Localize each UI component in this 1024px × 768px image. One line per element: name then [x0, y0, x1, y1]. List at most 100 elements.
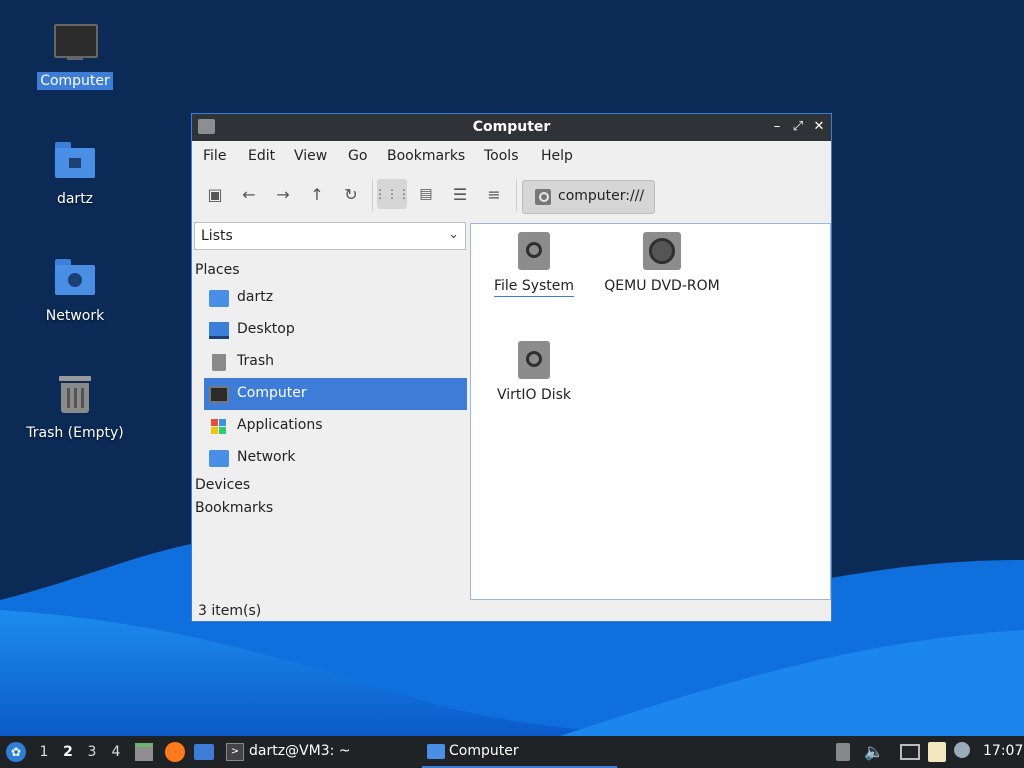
menu-go[interactable]: Go — [348, 148, 367, 164]
desktop-icon-computer[interactable]: Computer — [20, 22, 130, 90]
desktop-icon-label: dartz — [56, 191, 94, 207]
place-label: Desktop — [237, 321, 295, 337]
network-status-icon[interactable] — [900, 744, 920, 760]
place-desktop[interactable]: Desktop — [204, 314, 467, 346]
window-titlebar[interactable]: Computer – ⤢ ✕ — [192, 114, 831, 141]
toolbar-separator — [372, 179, 373, 211]
place-trash[interactable]: Trash — [204, 346, 467, 378]
taskbar: ✿ 1 2 3 4 > dartz@VM3: ~ Computer 🔈 17:0… — [0, 736, 1024, 768]
task-terminal[interactable]: > dartz@VM3: ~ — [224, 736, 414, 768]
eject-icon[interactable] — [836, 743, 850, 761]
toolbar: ▣ ← → ↑ ↻ ⋮⋮⋮ ▤ ☰ ≡ computer:/// — [192, 171, 831, 215]
item-qemu-dvd-rom[interactable]: QEMU DVD-ROM — [599, 232, 725, 294]
forward-button[interactable]: → — [268, 179, 298, 209]
network-folder-icon — [53, 257, 97, 301]
up-button[interactable]: ↑ — [302, 179, 332, 209]
workspace-3[interactable]: 3 — [84, 744, 100, 760]
item-label: QEMU DVD-ROM — [604, 278, 720, 294]
status-bar-text: 3 item(s) — [198, 603, 262, 619]
menu-file[interactable]: File — [203, 148, 226, 164]
task-computer[interactable]: Computer — [422, 736, 617, 768]
location-bar[interactable]: computer:/// — [522, 180, 655, 214]
desktop-icon — [209, 322, 229, 339]
home-folder-icon — [209, 290, 229, 307]
desktop-icon-network[interactable]: Network — [20, 257, 130, 325]
new-tab-button[interactable]: ▣ — [200, 179, 230, 209]
desktop-icon-label: Computer — [37, 72, 113, 90]
menu-view[interactable]: View — [294, 148, 327, 164]
file-manager-launcher[interactable] — [135, 743, 153, 761]
place-label: Network — [237, 449, 296, 465]
workspace-1[interactable]: 1 — [36, 744, 52, 760]
drive-icon — [518, 232, 550, 270]
place-label: Computer — [237, 385, 307, 401]
place-label: Applications — [237, 417, 323, 433]
show-desktop-button[interactable] — [194, 744, 214, 760]
home-folder-icon — [53, 140, 97, 184]
clock[interactable]: 17:07 — [983, 743, 1023, 759]
drive-icon — [518, 341, 550, 379]
item-virtio-disk[interactable]: VirtIO Disk — [489, 341, 579, 403]
back-button[interactable]: ← — [234, 179, 264, 209]
side-pane-mode-value: Lists — [201, 228, 233, 244]
detailed-view-button[interactable]: ≡ — [479, 179, 509, 209]
menu-edit[interactable]: Edit — [248, 148, 275, 164]
place-label: Trash — [237, 353, 274, 369]
firefox-launcher[interactable] — [165, 742, 185, 762]
task-label: Computer — [449, 743, 519, 759]
bookmarks-header[interactable]: Bookmarks — [195, 500, 273, 516]
maximize-button[interactable]: ⤢ — [789, 118, 807, 136]
network-folder-icon — [209, 450, 229, 467]
thumbnail-view-button[interactable]: ▤ — [411, 179, 441, 209]
place-network[interactable]: Network — [204, 442, 467, 474]
minimize-button[interactable]: – — [768, 118, 786, 136]
lxqt-logo-icon: ✿ — [10, 745, 22, 759]
volume-icon[interactable]: 🔈 — [864, 742, 884, 761]
side-pane-mode-select[interactable]: Lists ⌄ — [194, 222, 466, 250]
devices-header[interactable]: Devices — [195, 477, 250, 493]
menu-bookmarks[interactable]: Bookmarks — [387, 148, 465, 164]
file-manager-window: Computer – ⤢ ✕ File Edit View Go Bookmar… — [191, 113, 832, 622]
computer-icon — [53, 22, 98, 66]
clipboard-icon[interactable] — [928, 742, 946, 762]
place-label: dartz — [237, 289, 274, 305]
place-applications[interactable]: Applications — [204, 410, 467, 442]
desktop-icon-dartz[interactable]: dartz — [20, 140, 130, 208]
window-title: Computer — [472, 119, 551, 135]
workspace-2[interactable]: 2 — [60, 744, 76, 760]
notification-icon[interactable] — [954, 742, 970, 758]
folder-view[interactable]: File System QEMU DVD-ROM VirtIO Disk — [470, 223, 831, 600]
detailed-list-icon: ≡ — [487, 184, 501, 204]
arrow-left-icon: ← — [242, 184, 256, 204]
list-icon: ☰ — [452, 184, 468, 204]
menu-help[interactable]: Help — [541, 148, 573, 164]
arrow-up-icon: ↑ — [310, 184, 324, 204]
workspace-4[interactable]: 4 — [108, 744, 124, 760]
reload-button[interactable]: ↻ — [336, 179, 366, 209]
grid-icon: ⋮⋮⋮ — [374, 187, 410, 201]
close-button[interactable]: ✕ — [810, 118, 828, 136]
arrow-right-icon: → — [276, 184, 290, 204]
applications-icon — [209, 418, 229, 435]
trash-icon — [212, 354, 226, 371]
terminal-icon: > — [226, 743, 244, 761]
item-label: File System — [493, 278, 575, 297]
drive-icon — [535, 189, 551, 205]
app-menu-button[interactable]: ✿ — [6, 742, 26, 762]
compact-view-button[interactable]: ☰ — [445, 179, 475, 209]
image-icon: ▤ — [419, 186, 433, 202]
icon-view-button[interactable]: ⋮⋮⋮ — [374, 179, 410, 209]
desktop-icon-label: Network — [45, 308, 105, 324]
location-path: computer:/// — [558, 188, 645, 204]
desktop-icon-trash[interactable]: Trash (Empty) — [20, 374, 130, 442]
toolbar-separator — [516, 179, 517, 211]
chevron-down-icon: ⌄ — [448, 227, 459, 242]
place-computer[interactable]: Computer — [204, 378, 467, 410]
places-header[interactable]: Places — [195, 262, 240, 278]
trash-icon — [53, 374, 97, 418]
folder-icon — [427, 744, 445, 759]
item-file-system[interactable]: File System — [489, 232, 579, 297]
menu-tools[interactable]: Tools — [484, 148, 519, 164]
place-dartz[interactable]: dartz — [204, 282, 467, 314]
reload-icon: ↻ — [344, 184, 358, 204]
